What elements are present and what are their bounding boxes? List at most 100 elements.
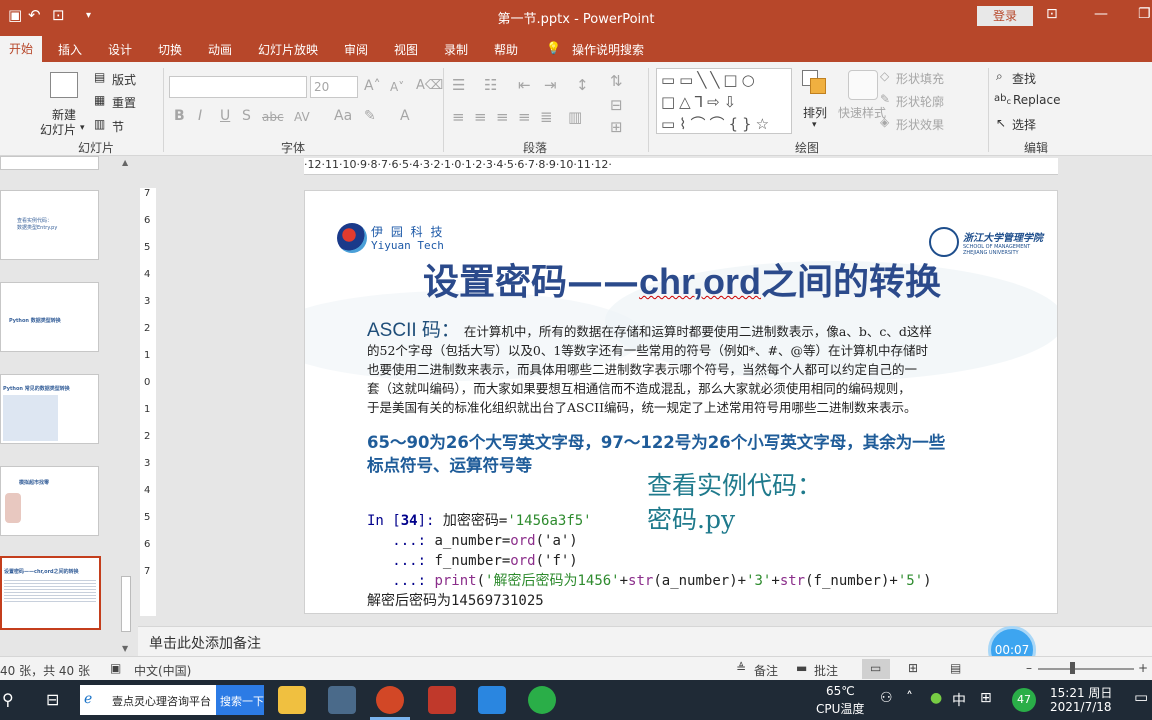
tell-me-search[interactable]: 操作说明搜索 <box>572 41 644 58</box>
scroll-up-icon[interactable]: ▲ <box>122 158 128 167</box>
justify-icon[interactable]: ≡ <box>518 108 531 126</box>
task-view-icon[interactable]: ⊟ <box>46 690 59 709</box>
login-button[interactable]: 登录 <box>977 6 1033 26</box>
zoom-out-icon[interactable]: – <box>1026 661 1032 675</box>
font-size-field[interactable]: 20 <box>310 76 358 98</box>
app-icon[interactable] <box>478 686 506 714</box>
notes-icon[interactable]: ≜ <box>736 661 746 675</box>
person-icon[interactable]: ⚇ <box>880 690 893 706</box>
font-color-button[interactable]: A <box>400 108 410 124</box>
tab-record[interactable]: 录制 <box>444 41 468 58</box>
reset-icon[interactable]: ▦ <box>94 93 105 107</box>
tab-design[interactable]: 设计 <box>108 41 132 58</box>
increase-font-icon[interactable]: A˄ <box>364 78 381 94</box>
distribute-icon[interactable]: ≣ <box>540 108 553 126</box>
slide-thumbnail[interactable]: Python 数据类型转换 <box>0 282 99 352</box>
align-text-icon[interactable]: ⊟ <box>610 96 623 114</box>
decrease-indent-icon[interactable]: ⇤ <box>518 76 531 94</box>
app-icon[interactable] <box>328 686 356 714</box>
shape-fill-button[interactable]: 形状填充 <box>896 70 944 87</box>
tab-transitions[interactable]: 切换 <box>158 41 182 58</box>
ribbon-display-icon[interactable]: ⊡ <box>1046 6 1058 22</box>
notification-center-icon[interactable]: ▭ <box>1134 688 1148 706</box>
slide-thumbnail[interactable]: 查看实例代码： 数据类型Entry.py <box>0 190 99 260</box>
numbering-icon[interactable]: ☷ <box>484 76 497 94</box>
align-center-icon[interactable]: ≡ <box>474 108 487 126</box>
maximize-icon[interactable]: ❐ <box>1138 6 1151 22</box>
line-spacing-icon[interactable]: ↕ <box>576 76 589 94</box>
increase-indent-icon[interactable]: ⇥ <box>544 76 557 94</box>
replace-icon[interactable]: abc <box>994 93 1011 106</box>
scroll-thumb[interactable] <box>121 576 131 632</box>
chevron-down-icon[interactable]: ▾ <box>812 120 817 130</box>
select-button[interactable]: 选择 <box>1012 116 1036 133</box>
taskbar-search-box[interactable]: ℯ 壹点灵心理咨询平台 <box>80 685 216 715</box>
app-tray-icon[interactable]: ● <box>930 690 942 706</box>
slide-thumbnail[interactable]: 模拟超市找零 <box>0 466 99 536</box>
columns-icon[interactable]: ▥ <box>568 108 582 126</box>
new-slide-label2[interactable]: 幻灯片 <box>40 121 76 138</box>
shape-fill-icon[interactable]: ◇ <box>880 69 889 83</box>
shape-effects-icon[interactable]: ◈ <box>880 115 889 129</box>
select-icon[interactable]: ↖ <box>996 116 1006 130</box>
tab-home[interactable]: 开始 <box>0 36 42 62</box>
section-icon[interactable]: ▥ <box>94 117 105 131</box>
layout-icon[interactable]: ▤ <box>94 70 105 84</box>
file-explorer-icon[interactable] <box>278 686 306 714</box>
arrange-icon[interactable] <box>802 70 828 96</box>
powerpoint-icon[interactable] <box>376 686 404 714</box>
quick-styles-icon[interactable] <box>848 70 878 100</box>
chevron-up-icon[interactable]: ˄ <box>906 690 913 706</box>
slide-sorter-icon[interactable]: ⊞ <box>908 661 918 675</box>
notes-toggle[interactable]: 备注 <box>754 662 778 679</box>
thumbnail-scrollbar[interactable]: ▲ ▼ <box>118 156 134 656</box>
shape-outline-button[interactable]: 形状轮廓 <box>896 93 944 110</box>
clock-time[interactable]: 15:21 周日 <box>1050 684 1112 701</box>
slide-thumbnail-active[interactable]: 设置密码——chr,ord之间的转换 <box>0 556 101 630</box>
minimize-icon[interactable]: — <box>1094 6 1108 22</box>
spellcheck-icon[interactable]: ▣ <box>110 661 121 675</box>
shapes-gallery[interactable]: ▭▭╲╲□○ □△⅂⇨⇩ ▭⌇⌒⌒{}☆ <box>656 68 792 134</box>
font-name-field[interactable] <box>169 76 307 98</box>
align-left-icon[interactable]: ≡ <box>452 108 465 126</box>
arrange-button[interactable]: 排列 <box>803 104 827 121</box>
change-case-button[interactable]: Aa <box>334 108 352 124</box>
notification-badge[interactable]: 47 <box>1012 688 1036 712</box>
underline-button[interactable]: U <box>220 108 230 124</box>
ime-indicator[interactable]: 中 <box>952 690 966 710</box>
slide-title[interactable]: 设置密码——chr,ord之间的转换 <box>305 253 1057 305</box>
slide-canvas[interactable]: 伊 园 科 技 Yiyuan Tech 浙江大学管理学院 SCHOOL OF M… <box>304 190 1058 614</box>
app-icon[interactable] <box>428 686 456 714</box>
find-button[interactable]: 查找 <box>1012 70 1036 87</box>
ime-mode-icon[interactable]: ⊞ <box>980 690 992 706</box>
zoom-slider[interactable] <box>1038 668 1134 670</box>
section-button[interactable]: 节 <box>112 118 124 135</box>
search-icon[interactable]: ⚲ <box>2 690 14 709</box>
reading-view-icon[interactable]: ▤ <box>950 661 961 675</box>
tab-help[interactable]: 帮助 <box>494 41 518 58</box>
strikethrough-button[interactable]: abc <box>262 110 284 124</box>
chevron-down-icon[interactable]: ▾ <box>80 123 85 133</box>
tab-review[interactable]: 审阅 <box>344 41 368 58</box>
new-slide-icon[interactable] <box>50 72 78 98</box>
bold-button[interactable]: B <box>174 108 185 124</box>
align-right-icon[interactable]: ≡ <box>496 108 509 126</box>
char-spacing-button[interactable]: AV <box>294 110 310 124</box>
search-button[interactable]: 搜索一下 <box>216 685 264 715</box>
highlight-icon[interactable]: ✎ <box>364 108 376 124</box>
clear-format-icon[interactable]: A⌫ <box>416 78 443 93</box>
replace-button[interactable]: Replace <box>1013 93 1060 107</box>
wechat-icon[interactable] <box>528 686 556 714</box>
zoom-slider-thumb[interactable] <box>1070 662 1075 674</box>
view-code-callout[interactable]: 查看实例代码： 密码.py <box>647 469 822 537</box>
comments-icon[interactable]: ▬ <box>796 661 807 675</box>
shadow-button[interactable]: S <box>242 108 251 124</box>
zoom-in-icon[interactable]: + <box>1138 661 1148 675</box>
layout-button[interactable]: 版式 <box>112 71 136 88</box>
slide-thumbnail[interactable] <box>0 156 99 170</box>
scroll-down-icon[interactable]: ▼ <box>122 644 128 653</box>
bullets-icon[interactable]: ☰ <box>452 76 465 94</box>
tab-animations[interactable]: 动画 <box>208 41 232 58</box>
language-status[interactable]: 中文(中国) <box>134 662 191 679</box>
quick-styles-button[interactable]: 快速样式 <box>838 104 886 121</box>
